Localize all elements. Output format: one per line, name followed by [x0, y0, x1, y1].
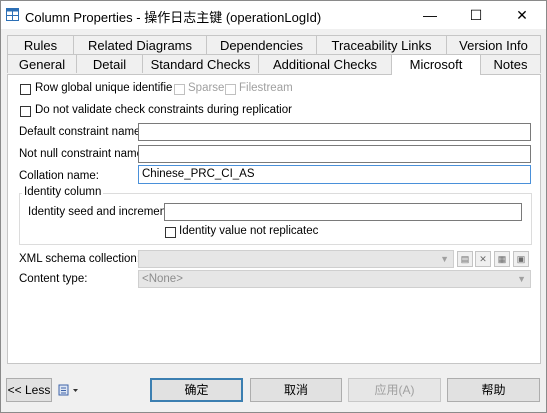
tab-row-1: Rules Related Diagrams Dependencies Trac… [7, 35, 541, 54]
tab-microsoft[interactable]: Microsoft [391, 54, 481, 75]
identity-column-group-title: Identity column [22, 186, 104, 198]
row-global-unique-checkbox[interactable] [20, 84, 31, 95]
content-type-select[interactable]: <None> ▼ [138, 270, 531, 288]
identity-not-replicated-checkbox[interactable] [165, 227, 176, 238]
no-validate-check-constraints-checkbox[interactable] [20, 106, 31, 117]
table-column-icon [6, 8, 19, 21]
list-icon[interactable]: ▦ [494, 251, 510, 267]
identity-seed-label: Identity seed and increment: [28, 206, 173, 218]
column-properties-window: Column Properties - 操作日志主键 (operationLog… [0, 0, 547, 413]
identity-not-replicated-label: Identity value not replicatec [179, 225, 319, 237]
row-global-unique-label: Row global unique identifie [35, 82, 173, 94]
xml-schema-collection-label: XML schema collection: [19, 253, 141, 265]
no-validate-check-constraints-label: Do not validate check constraints during… [35, 104, 292, 116]
tab-rules[interactable]: Rules [7, 35, 74, 54]
less-button[interactable]: << Less [6, 378, 52, 402]
tab-standard-checks[interactable]: Standard Checks [142, 54, 259, 73]
maximize-icon: ☐ [469, 6, 483, 23]
identity-seed-input[interactable] [164, 203, 522, 221]
maximize-button[interactable]: ☐ [453, 1, 499, 29]
window-title: Column Properties - 操作日志主键 (operationLog… [25, 10, 322, 25]
minimize-icon: — [423, 7, 437, 23]
default-constraint-name-label: Default constraint name: [19, 126, 144, 138]
chevron-down-icon: ▼ [440, 254, 449, 264]
chevron-down-icon: ▼ [517, 274, 526, 284]
cancel-button[interactable]: 取消 [250, 378, 342, 402]
more-options-icon[interactable] [58, 384, 80, 396]
close-icon: ✕ [516, 6, 528, 23]
tab-detail[interactable]: Detail [76, 54, 143, 73]
not-null-constraint-name-label: Not null constraint name: [19, 148, 147, 160]
microsoft-tab-panel: Row global unique identifie Sparse Files… [7, 74, 541, 364]
collation-name-input[interactable]: Chinese_PRC_CI_AS [138, 165, 531, 184]
tab-notes[interactable]: Notes [480, 54, 541, 73]
apply-button[interactable]: 应用(A) [348, 378, 441, 402]
delete-icon[interactable]: ✕ [475, 251, 491, 267]
sparse-label: Sparse [188, 82, 225, 94]
tab-version-info[interactable]: Version Info [446, 35, 541, 54]
xml-schema-collection-select[interactable]: ▼ [138, 250, 454, 268]
sparse-checkbox[interactable] [174, 84, 185, 95]
tab-row-2: General Detail Standard Checks Additiona… [7, 54, 541, 75]
minimize-button[interactable]: — [407, 1, 453, 29]
create-icon[interactable]: ▣ [513, 251, 529, 267]
filestream-checkbox[interactable] [225, 84, 236, 95]
ok-button[interactable]: 确定 [150, 378, 243, 402]
tab-additional-checks[interactable]: Additional Checks [258, 54, 392, 73]
tab-related-diagrams[interactable]: Related Diagrams [73, 35, 207, 54]
tab-dependencies[interactable]: Dependencies [206, 35, 317, 54]
filestream-label: Filestream [239, 82, 293, 94]
collation-name-label: Collation name: [19, 170, 99, 182]
not-null-constraint-name-input[interactable] [138, 145, 531, 163]
properties-icon[interactable]: ▤ [457, 251, 473, 267]
tab-traceability-links[interactable]: Traceability Links [316, 35, 447, 54]
content-type-label: Content type: [19, 273, 88, 285]
close-button[interactable]: ✕ [499, 1, 545, 29]
tab-general[interactable]: General [7, 54, 77, 73]
title-bar[interactable]: Column Properties - 操作日志主键 (operationLog… [1, 1, 546, 29]
help-button[interactable]: 帮助 [447, 378, 540, 402]
content-type-value: <None> [142, 273, 183, 285]
default-constraint-name-input[interactable] [138, 123, 531, 141]
